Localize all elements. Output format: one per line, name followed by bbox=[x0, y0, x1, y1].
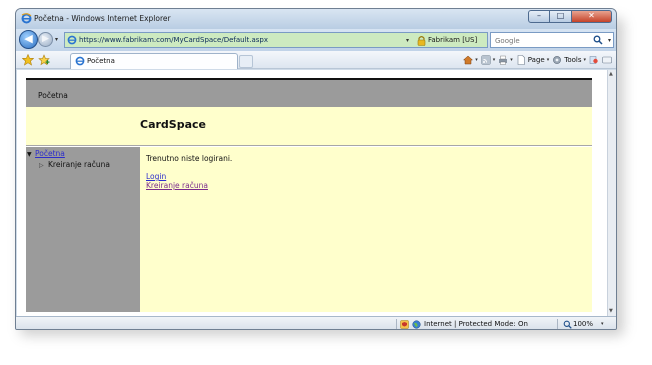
messenger-icon bbox=[602, 56, 612, 64]
certificate-identity[interactable]: Fabrikam [US] bbox=[428, 36, 477, 44]
page-menu[interactable]: Page ▾ bbox=[516, 55, 549, 65]
maximize-button[interactable]: □ bbox=[550, 10, 572, 23]
home-icon bbox=[463, 55, 474, 65]
window-title: Početna - Windows Internet Explorer bbox=[34, 14, 171, 23]
search-box: ▾ bbox=[490, 32, 614, 48]
back-button[interactable]: ◀ bbox=[19, 30, 38, 49]
login-link[interactable]: Login bbox=[146, 172, 166, 181]
address-dropdown[interactable]: ▾ bbox=[406, 37, 409, 44]
lock-icon[interactable] bbox=[417, 35, 426, 46]
tools-menu-dropdown: ▾ bbox=[583, 57, 586, 63]
print-icon bbox=[499, 55, 508, 65]
page-menu-icon bbox=[517, 55, 525, 65]
research-icon bbox=[589, 56, 598, 64]
page-viewport: Početna CardSpace ▼ Početna ▷ Kreiranje … bbox=[17, 70, 608, 316]
tab-label: Početna bbox=[87, 57, 115, 65]
address-bar[interactable]: https://www.fabrikam.com/MyCardSpace/Def… bbox=[64, 32, 529, 48]
site-navigation-tree: ▼ Početna ▷ Kreiranje računa bbox=[26, 147, 139, 312]
tree-item-kreiranje-racuna[interactable]: Kreiranje računa bbox=[48, 160, 110, 169]
status-bar: Internet | Protected Mode: On 100% ▾ bbox=[16, 316, 616, 329]
scroll-up-arrow-icon[interactable]: ▲ bbox=[609, 71, 613, 77]
zoom-icon[interactable] bbox=[563, 320, 572, 329]
security-zone[interactable]: Internet | Protected Mode: On bbox=[424, 320, 528, 328]
feeds-dropdown[interactable]: ▾ bbox=[493, 57, 496, 63]
status-separator bbox=[396, 319, 397, 329]
search-provider-dropdown[interactable]: ▾ bbox=[608, 37, 611, 44]
gear-icon bbox=[553, 56, 562, 64]
recent-pages-dropdown[interactable]: ▾ bbox=[55, 36, 58, 43]
zoom-level[interactable]: 100% bbox=[573, 320, 593, 328]
home-button[interactable]: ▾ bbox=[463, 55, 478, 65]
star-icon[interactable] bbox=[22, 54, 34, 66]
web-page: Početna CardSpace ▼ Početna ▷ Kreiranje … bbox=[26, 78, 592, 312]
tab-pocetna[interactable]: Početna bbox=[70, 53, 238, 69]
search-icon[interactable] bbox=[593, 35, 603, 45]
collapsed-arrow-icon: ▷ bbox=[39, 162, 44, 169]
scroll-down-arrow-icon[interactable]: ▼ bbox=[609, 308, 613, 314]
tools-menu[interactable]: Tools ▾ bbox=[552, 55, 586, 65]
status-separator bbox=[557, 319, 558, 329]
home-dropdown[interactable]: ▾ bbox=[475, 57, 478, 63]
create-account-link[interactable]: Kreiranje računa bbox=[146, 181, 208, 190]
forward-button[interactable]: ▶ bbox=[38, 32, 53, 47]
command-bar: Početna ▾ ▾ ▾ Page ▾ Tools ▾ bbox=[16, 51, 616, 69]
search-input[interactable] bbox=[495, 35, 590, 46]
header-band: Početna bbox=[26, 80, 592, 107]
messenger-button[interactable] bbox=[602, 55, 612, 65]
add-favorites-icon[interactable] bbox=[38, 54, 50, 66]
main-content: Trenutno niste logirani. Login Kreiranje… bbox=[139, 147, 592, 312]
tools-menu-label: Tools bbox=[564, 56, 582, 64]
command-tools: ▾ ▾ ▾ Page ▾ Tools ▾ bbox=[463, 54, 612, 66]
vertical-scrollbar[interactable]: ▲ ▼ bbox=[607, 70, 616, 316]
address-url[interactable]: https://www.fabrikam.com/MyCardSpace/Def… bbox=[79, 36, 268, 44]
breadcrumb: Početna bbox=[38, 91, 68, 100]
new-tab-button[interactable] bbox=[239, 55, 253, 68]
globe-icon[interactable] bbox=[412, 320, 421, 329]
page-icon bbox=[67, 35, 77, 45]
page-menu-dropdown: ▾ bbox=[546, 57, 550, 63]
browser-window: Početna - Windows Internet Explorer – □ … bbox=[15, 8, 617, 330]
site-banner: CardSpace bbox=[26, 107, 592, 146]
minimize-button[interactable]: – bbox=[528, 10, 550, 23]
print-dropdown[interactable]: ▾ bbox=[510, 57, 513, 63]
page-title: CardSpace bbox=[140, 118, 206, 131]
navigation-bar: ◀ ▶ ▾ https://www.fabrikam.com/MyCardSpa… bbox=[16, 29, 616, 51]
page-icon bbox=[75, 56, 85, 66]
login-status-message: Trenutno niste logirani. bbox=[146, 154, 233, 163]
ie-logo-icon bbox=[21, 13, 32, 24]
tree-item-pocetna[interactable]: Početna bbox=[35, 149, 65, 158]
feeds-button[interactable]: ▾ bbox=[480, 55, 496, 65]
print-button[interactable]: ▾ bbox=[498, 55, 513, 65]
feeds-icon bbox=[480, 55, 491, 65]
zoom-dropdown[interactable]: ▾ bbox=[601, 321, 604, 327]
window-controls: – □ ✕ bbox=[528, 10, 612, 24]
expanded-arrow-icon[interactable]: ▼ bbox=[27, 151, 32, 158]
research-button[interactable] bbox=[589, 55, 599, 65]
close-button[interactable]: ✕ bbox=[572, 10, 612, 23]
title-bar: Početna - Windows Internet Explorer – □ … bbox=[16, 9, 616, 29]
shield-icon[interactable] bbox=[400, 320, 409, 329]
page-menu-label: Page bbox=[527, 56, 545, 64]
